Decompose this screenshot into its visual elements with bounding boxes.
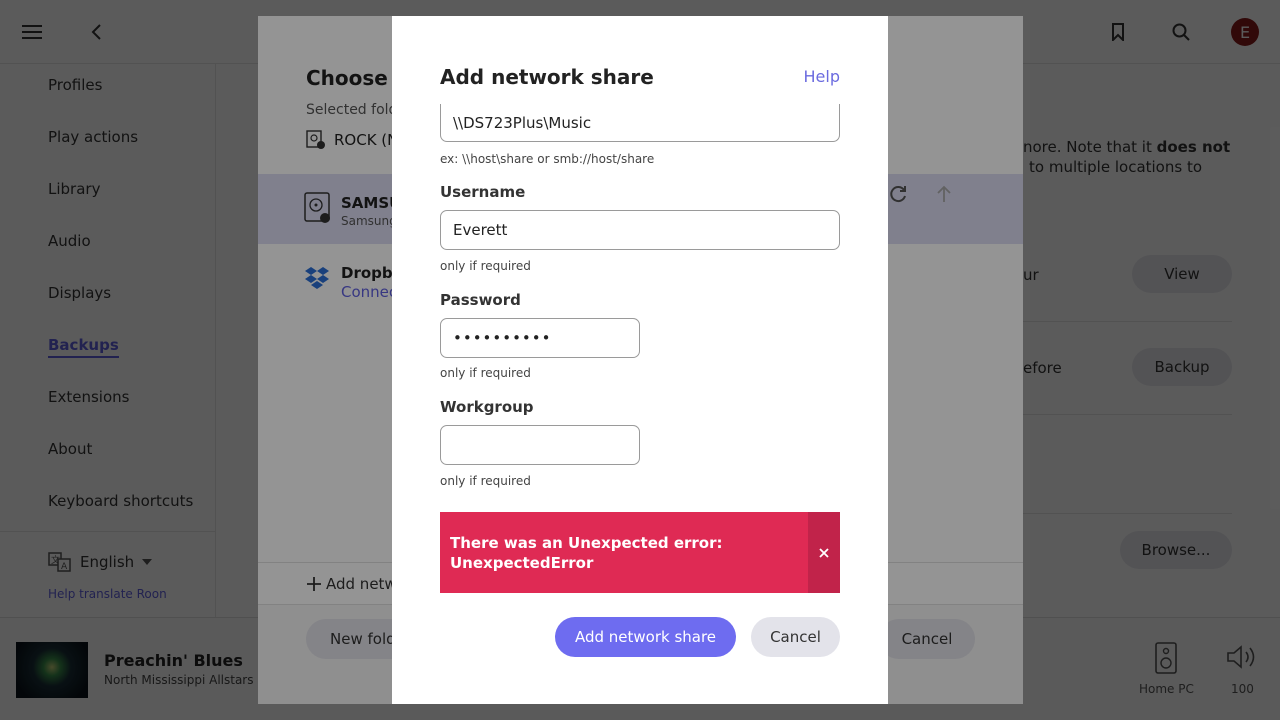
workgroup-hint: only if required <box>440 474 531 488</box>
error-message: There was an Unexpected error: Unexpecte… <box>440 512 808 593</box>
cancel-button[interactable]: Cancel <box>751 617 840 657</box>
password-input[interactable]: •••••••••• <box>440 318 640 358</box>
password-hint: only if required <box>440 366 531 380</box>
close-error-button[interactable] <box>808 512 840 593</box>
share-address-hint: ex: \\host\share or smb://host/share <box>440 152 655 166</box>
error-line: UnexpectedError <box>450 554 594 572</box>
error-banner: There was an Unexpected error: Unexpecte… <box>440 512 840 593</box>
add-network-share-dialog: Add network share Help \\DS723Plus\Music… <box>392 16 888 704</box>
password-label: Password <box>440 291 521 309</box>
close-icon <box>819 547 829 558</box>
error-line: There was an Unexpected error: <box>450 534 723 552</box>
dialog-title: Add network share <box>440 65 654 89</box>
username-hint: only if required <box>440 259 531 273</box>
add-network-share-button[interactable]: Add network share <box>555 617 736 657</box>
workgroup-input[interactable] <box>440 425 640 465</box>
help-link[interactable]: Help <box>804 67 840 86</box>
share-address-input[interactable]: \\DS723Plus\Music <box>440 104 840 142</box>
username-input[interactable]: Everett <box>440 210 840 250</box>
username-label: Username <box>440 183 526 201</box>
workgroup-label: Workgroup <box>440 398 534 416</box>
